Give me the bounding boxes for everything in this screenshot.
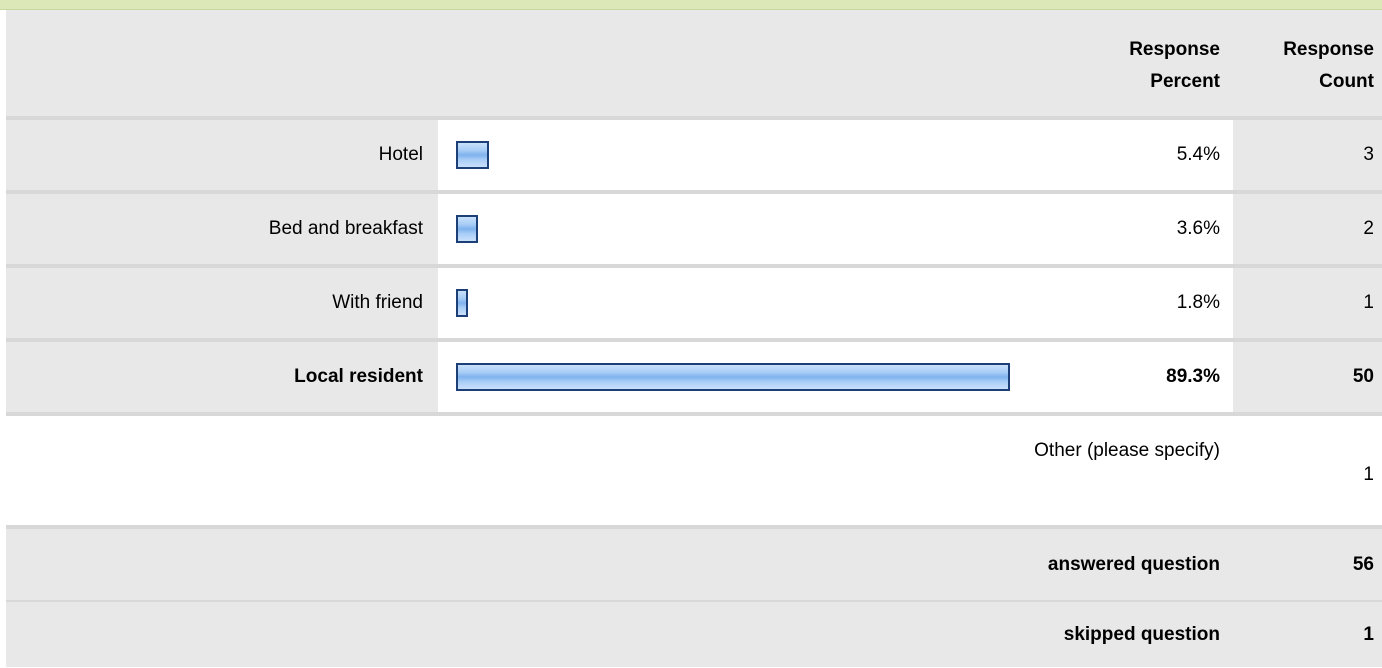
response-count-header: Response Count: [1283, 34, 1374, 98]
answer-label: Bed and breakfast: [268, 218, 423, 239]
answer-row: Hotel 5.4% 3: [6, 120, 1382, 194]
answer-label: With friend: [332, 292, 423, 313]
answer-bar-cell: [438, 268, 1233, 338]
answer-count: 2: [1363, 218, 1374, 239]
answered-row: answered question 56: [6, 529, 1382, 602]
response-percent-header-line2: Percent: [1150, 71, 1220, 92]
other-row: Other (please specify) 1: [6, 416, 1382, 529]
skipped-row: skipped question 1: [6, 602, 1382, 667]
other-label: Other (please specify): [1034, 440, 1220, 461]
header-bar-cell: [438, 10, 1233, 116]
table-header-row: Response Percent Response Count: [6, 10, 1382, 120]
answer-percent: 5.4%: [1176, 144, 1220, 165]
answer-percent: 1.8%: [1176, 292, 1220, 313]
answer-percent: 3.6%: [1176, 218, 1220, 239]
answer-count: 50: [1352, 366, 1374, 387]
answer-row: Bed and breakfast 3.6% 2: [6, 194, 1382, 268]
answer-bar-cell: [438, 120, 1233, 190]
percent-bar: [456, 289, 468, 317]
response-count-header-line2: Count: [1319, 71, 1374, 92]
answer-count: 3: [1363, 144, 1374, 165]
answer-row: With friend 1.8% 1: [6, 268, 1382, 342]
header-label-cell: [6, 10, 438, 116]
answered-question-count: 56: [1352, 553, 1374, 575]
response-count-header-line1: Response: [1283, 39, 1374, 60]
other-count: 1: [1363, 464, 1374, 485]
skipped-question-count: 1: [1363, 623, 1374, 645]
percent-bar: [456, 141, 489, 169]
top-strip: [0, 0, 1382, 10]
answer-row: Local resident 89.3% 50: [6, 342, 1382, 416]
answered-question-label: answered question: [1047, 553, 1220, 575]
percent-bar: [456, 215, 478, 243]
response-percent-header-line1: Response: [1129, 39, 1220, 60]
answer-bar-cell: [438, 342, 1233, 412]
skipped-question-label: skipped question: [1063, 623, 1220, 645]
response-table: Response Percent Response Count Hotel 5.…: [6, 10, 1382, 667]
percent-bar: [456, 363, 1010, 391]
answer-label: Hotel: [378, 144, 423, 165]
response-percent-header: Response Percent: [1129, 34, 1220, 98]
answer-percent: 89.3%: [1166, 366, 1220, 387]
answer-bar-cell: [438, 194, 1233, 264]
answer-count: 1: [1363, 292, 1374, 313]
answer-label: Local resident: [294, 366, 423, 387]
